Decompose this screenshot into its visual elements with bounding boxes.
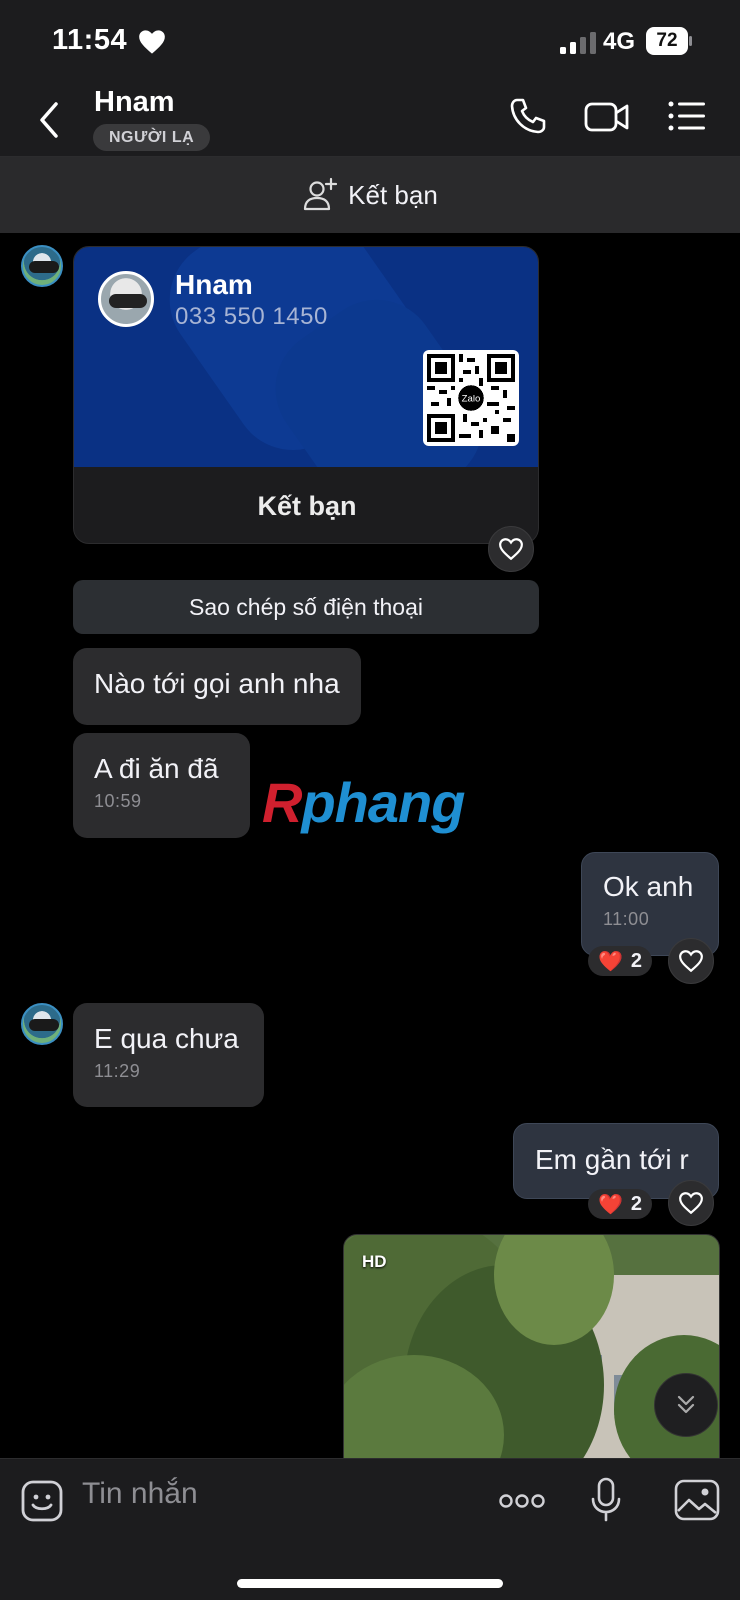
home-indicator	[237, 1579, 503, 1588]
add-friend-banner[interactable]: Kết bạn	[0, 157, 740, 233]
watermark-logo: Rphang	[262, 771, 465, 834]
card-contact-name: Hnam	[175, 269, 253, 300]
reaction-summary[interactable]: ❤️ 2	[588, 946, 653, 976]
message-bubble[interactable]: Nào tới gọi anh nha	[73, 648, 361, 725]
qr-logo: Zalo	[462, 394, 481, 405]
status-bar: 11:54 4G 72	[0, 0, 740, 82]
card-avatar	[98, 271, 154, 327]
reaction-emoji: ❤️	[598, 950, 623, 973]
status-time: 11:54	[52, 24, 128, 56]
avatar[interactable]	[21, 1003, 63, 1045]
reaction-count: 2	[630, 1192, 643, 1215]
message-input[interactable]: Tin nhắn	[82, 1477, 198, 1511]
message-text: Em gần tới r	[535, 1144, 689, 1175]
network-type: 4G	[603, 28, 636, 55]
message-text: Ok anh	[603, 871, 694, 902]
add-friend-label: Kết bạn	[348, 179, 438, 210]
chat-header: Hnam NGƯỜI LẠ	[0, 82, 740, 157]
photo-message[interactable]	[343, 1234, 720, 1470]
contact-card-header: Hnam 033 550 1450 Zalo	[74, 247, 538, 467]
message-time: 11:29	[94, 1061, 141, 1081]
card-add-friend-button[interactable]: Kết bạn	[74, 467, 538, 543]
reaction-emoji: ❤️	[598, 1193, 623, 1216]
heart-icon	[139, 30, 165, 54]
battery-level: 72	[656, 30, 678, 51]
more-dots-icon[interactable]	[498, 1489, 546, 1513]
message-time: 11:00	[603, 909, 650, 929]
stranger-badge: NGƯỜI LẠ	[93, 124, 211, 151]
video-camera-icon[interactable]	[584, 96, 630, 136]
like-heart-icon	[679, 1192, 703, 1215]
contact-card[interactable]: Hnam 033 550 1450 Zalo Kết bạn	[73, 246, 539, 544]
avatar[interactable]	[21, 245, 63, 287]
scroll-to-bottom-button[interactable]	[654, 1373, 718, 1437]
back-chevron-icon[interactable]	[34, 100, 64, 140]
like-heart-icon	[499, 538, 523, 561]
emoji-sticker-icon[interactable]	[20, 1479, 64, 1523]
card-phone-number: 033 550 1450	[175, 303, 328, 330]
reaction-count: 2	[630, 949, 643, 972]
message-text: Nào tới gọi anh nha	[94, 668, 340, 699]
message-bubble[interactable]: E qua chưa 11:29	[73, 1003, 264, 1107]
reaction-summary[interactable]: ❤️ 2	[588, 1189, 653, 1219]
microphone-icon[interactable]	[590, 1477, 622, 1523]
phone-icon[interactable]	[508, 96, 548, 136]
hd-badge: HD	[362, 1252, 387, 1271]
qr-code[interactable]: Zalo	[423, 350, 519, 446]
like-button[interactable]	[488, 526, 534, 572]
like-button[interactable]	[668, 1180, 714, 1226]
signal-icon	[560, 32, 596, 54]
scroll-down-icon	[677, 1395, 695, 1414]
like-button[interactable]	[668, 938, 714, 984]
image-gallery-icon[interactable]	[674, 1479, 720, 1521]
message-input-bar: Tin nhắn	[0, 1458, 740, 1600]
message-text: A đi ăn đã	[94, 753, 219, 784]
list-menu-icon[interactable]	[668, 98, 706, 134]
add-friend-icon	[304, 177, 338, 211]
copy-phone-button[interactable]: Sao chép số điện thoại	[73, 580, 539, 634]
message-bubble[interactable]: A đi ăn đã 10:59	[73, 733, 250, 838]
contact-name[interactable]: Hnam	[94, 86, 175, 119]
message-time: 10:59	[94, 791, 142, 811]
like-heart-icon	[679, 950, 703, 973]
message-text: E qua chưa	[94, 1023, 239, 1054]
